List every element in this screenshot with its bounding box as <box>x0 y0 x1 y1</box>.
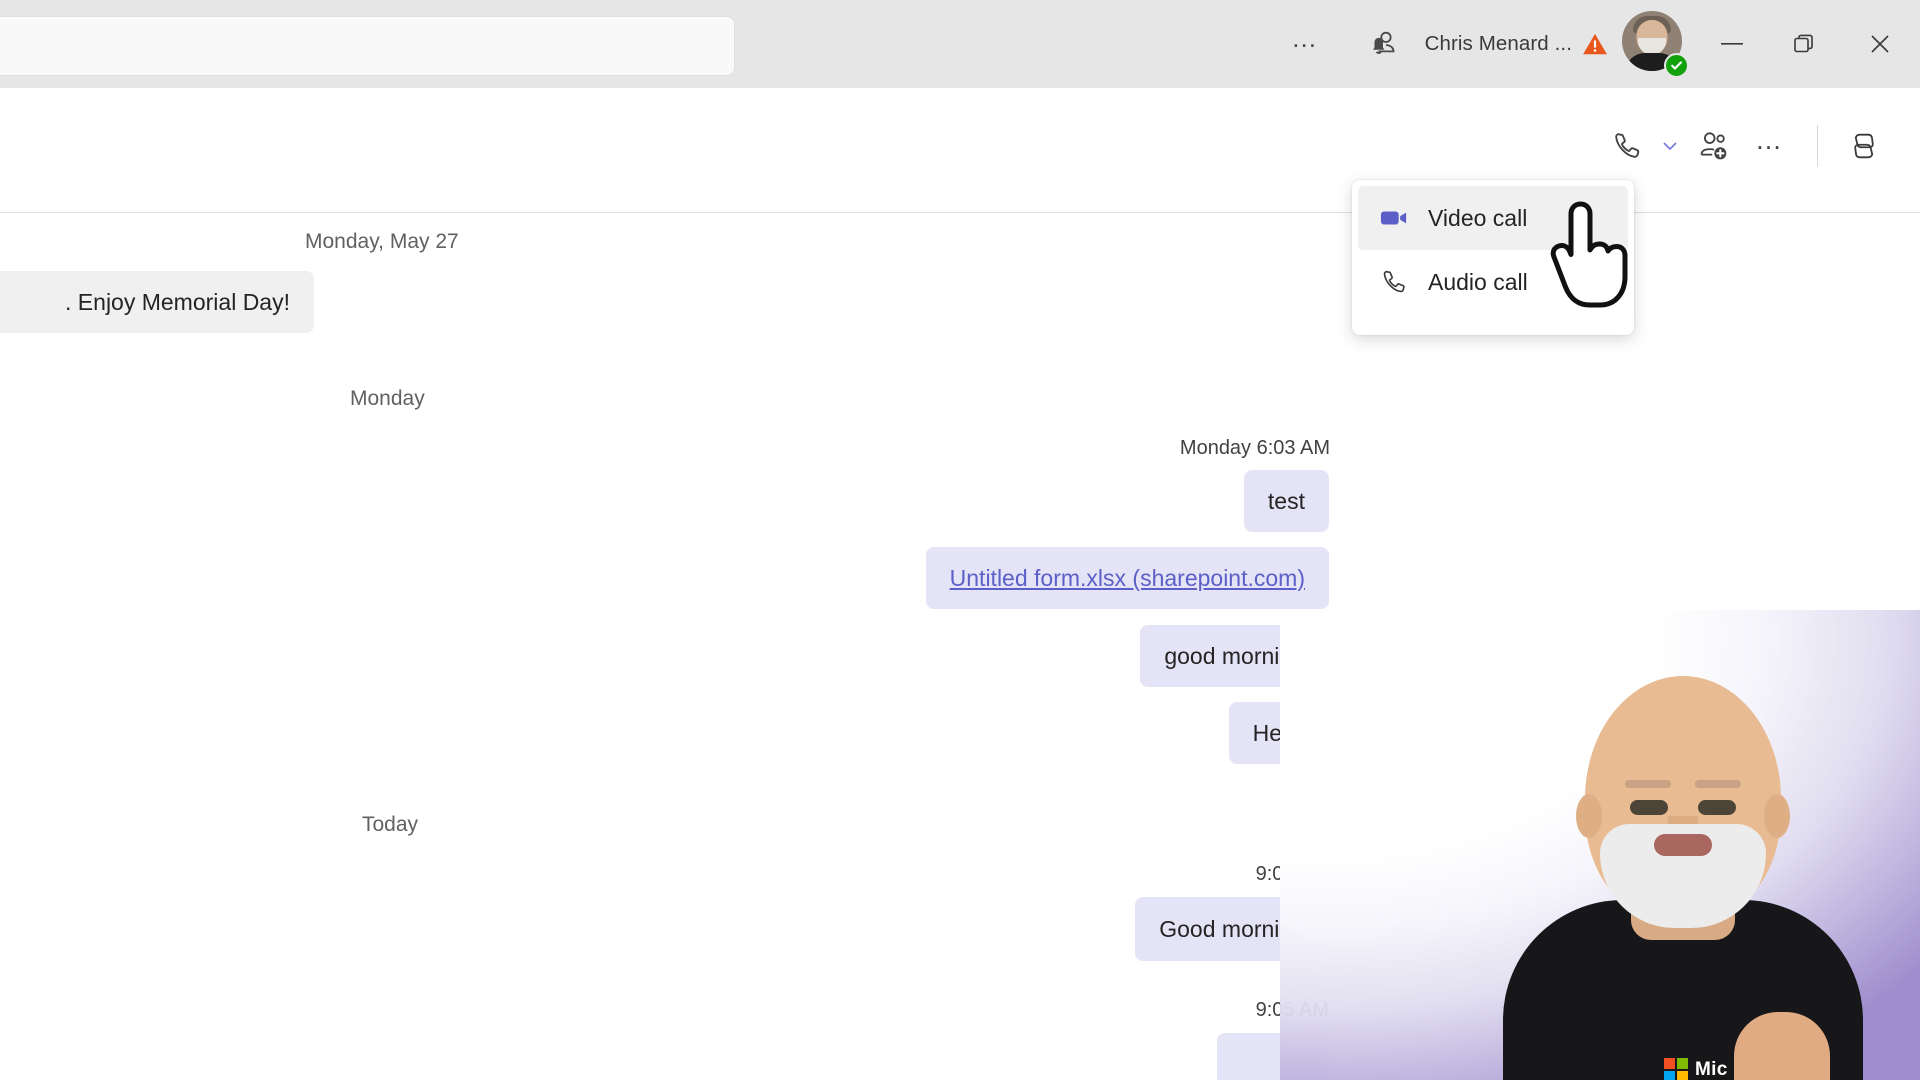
chat-header-actions: … <box>1599 118 1892 174</box>
message-timestamp: 9:00 AM <box>1256 863 1329 886</box>
message-bubble-outgoing-partial[interactable] <box>1217 1033 1329 1080</box>
message-timestamp: Monday 6:03 AM <box>1180 437 1330 460</box>
avatar[interactable] <box>1622 11 1688 77</box>
menu-item-video-call[interactable]: Video call <box>1358 186 1628 250</box>
menu-item-audio-call[interactable]: Audio call <box>1358 250 1628 314</box>
message-text: Good morning <box>1159 916 1305 943</box>
phone-icon <box>1380 268 1408 296</box>
user-name-label[interactable]: Chris Menard ... <box>1419 32 1580 56</box>
window-close-button[interactable] <box>1840 0 1920 88</box>
warning-triangle-icon[interactable] <box>1580 32 1610 56</box>
message-bubble-incoming[interactable]: . Enjoy Memorial Day! <box>0 271 314 333</box>
message-bubble-outgoing[interactable]: good morning <box>1140 625 1329 687</box>
video-camera-icon <box>1380 207 1408 229</box>
message-bubble-outgoing[interactable]: Hello <box>1229 702 1329 764</box>
teams-chat-window: … Chris Menard ... <box>0 0 1920 1080</box>
add-people-icon[interactable] <box>1685 118 1741 174</box>
message-text: Hello <box>1253 720 1305 747</box>
message-text: test <box>1268 488 1305 515</box>
message-bubble-outgoing[interactable]: test <box>1244 470 1329 532</box>
call-button[interactable] <box>1599 118 1655 174</box>
message-text: good morning <box>1164 643 1305 670</box>
copilot-icon[interactable] <box>1836 118 1892 174</box>
window-titlebar: … Chris Menard ... <box>0 0 1920 88</box>
toolbar-divider <box>1817 125 1818 167</box>
call-options-menu: Video call Audio call <box>1352 180 1634 335</box>
chat-more-options-button[interactable]: … <box>1741 118 1799 174</box>
window-restore-button[interactable] <box>1768 0 1840 88</box>
date-divider: Monday, May 27 <box>305 230 459 254</box>
file-link[interactable]: Untitled form.xlsx (sharepoint.com) <box>950 565 1305 592</box>
day-label-monday: Monday <box>350 387 425 411</box>
message-bubble-outgoing[interactable]: Good morning <box>1135 897 1329 961</box>
window-minimize-button[interactable] <box>1696 0 1768 88</box>
presence-available-badge <box>1664 53 1689 78</box>
notifications-icon[interactable] <box>1343 0 1419 88</box>
day-label-today: Today <box>362 813 418 837</box>
search-input[interactable] <box>0 16 735 76</box>
message-text: . Enjoy Memorial Day! <box>65 289 290 316</box>
titlebar-more-options-button[interactable]: … <box>1269 0 1343 88</box>
message-list[interactable]: Monday, May 27 . Enjoy Memorial Day! Mon… <box>0 213 1920 1080</box>
chevron-down-icon[interactable] <box>1655 118 1685 174</box>
menu-item-label: Video call <box>1428 205 1527 232</box>
message-timestamp: 9:05 AM <box>1256 999 1329 1022</box>
menu-item-label: Audio call <box>1428 269 1528 296</box>
message-bubble-outgoing-link[interactable]: Untitled form.xlsx (sharepoint.com) <box>926 547 1329 609</box>
titlebar-right-controls: … Chris Menard ... <box>1269 0 1920 88</box>
